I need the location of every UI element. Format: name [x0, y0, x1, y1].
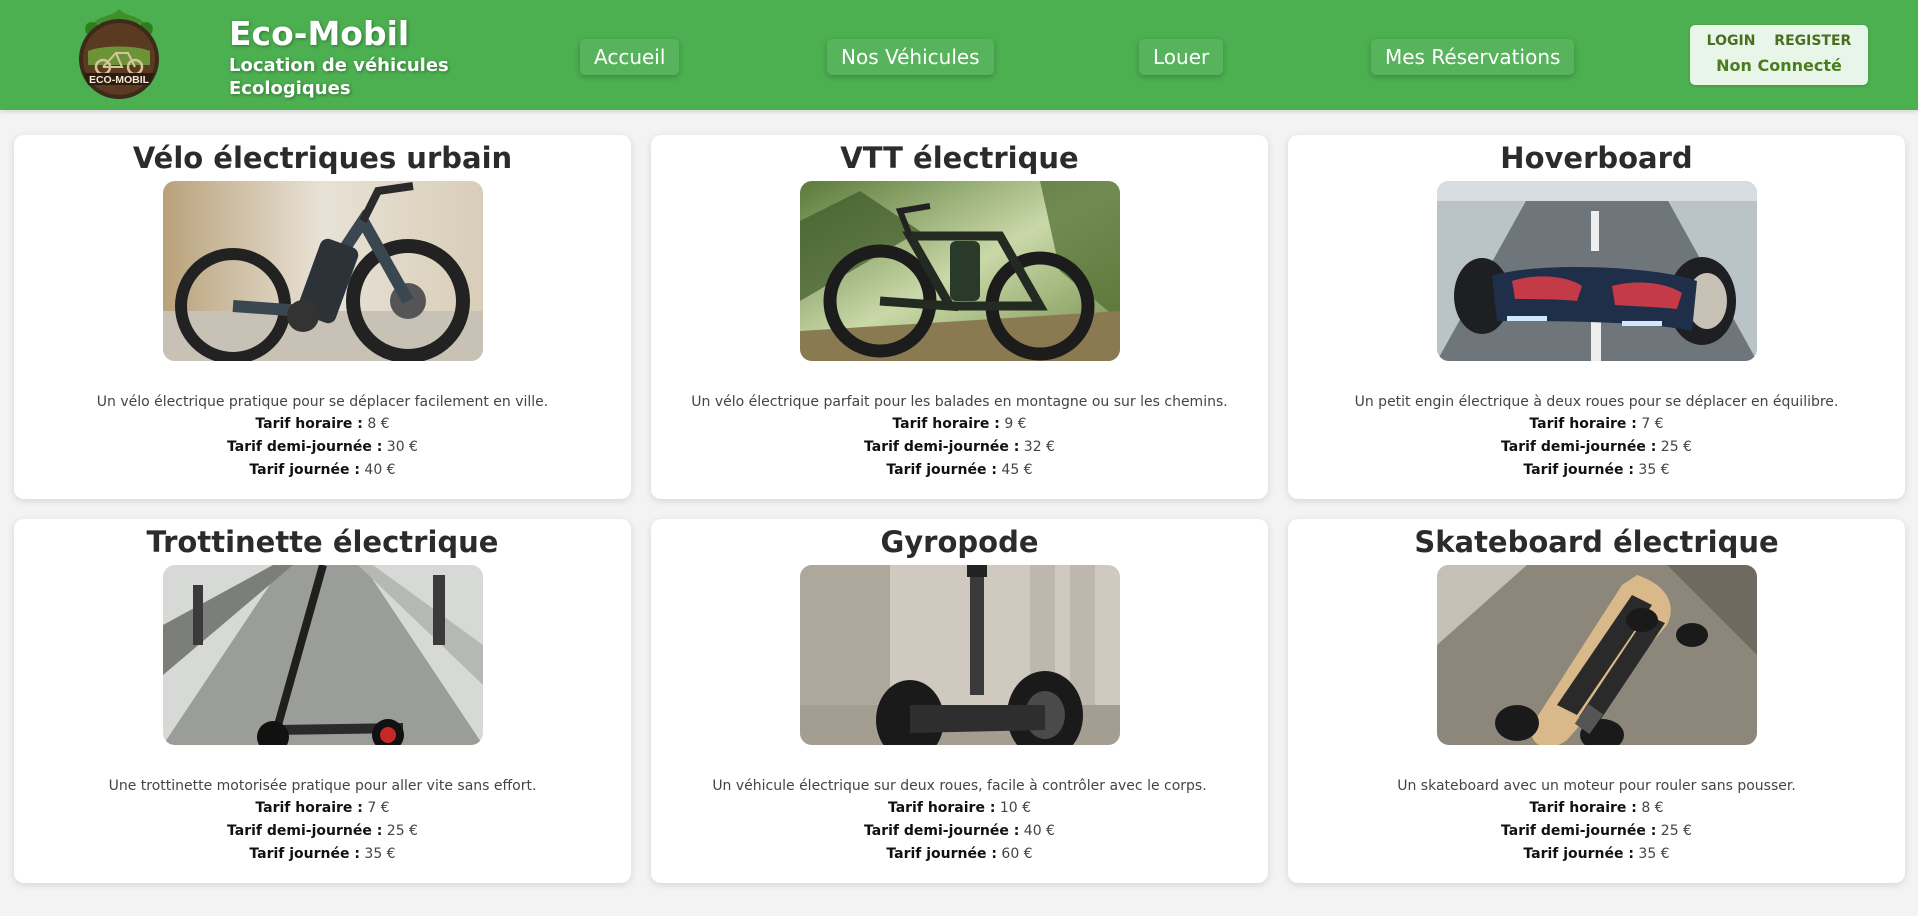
- rate-day: Tarif journée : 60 €: [886, 846, 1033, 862]
- rate-hourly: Tarif horaire : 8 €: [1529, 800, 1664, 816]
- vehicle-name: Hoverboard: [1500, 141, 1693, 175]
- brand-title: Eco-Mobil: [229, 14, 410, 53]
- rate-half-day: Tarif demi-journée : 40 €: [864, 823, 1055, 839]
- vehicle-image-hoverboard: [1436, 181, 1757, 361]
- vehicle-description: Un vélo électrique pratique pour se dépl…: [96, 394, 549, 410]
- site-header: ECO-MOBIL Eco-Mobil Location de véhicule…: [0, 0, 1918, 110]
- rate-half-day: Tarif demi-journée : 30 €: [227, 439, 418, 455]
- eco-mobil-logo[interactable]: ECO-MOBIL: [76, 7, 162, 103]
- brand-block: Eco-Mobil Location de véhicules Ecologiq…: [229, 14, 469, 100]
- vehicle-card[interactable]: VTT électrique Un vélo électrique parfai…: [651, 135, 1268, 499]
- vehicle-grid: Vélo électriques urbain Un vélo électriq…: [14, 135, 1905, 883]
- vehicle-card[interactable]: Trottinette électrique Une trottinette m…: [14, 519, 631, 883]
- rate-hourly: Tarif horaire : 7 €: [1529, 416, 1664, 432]
- vehicle-image-electric-scooter: [162, 565, 483, 745]
- login-link[interactable]: LOGIN: [1707, 33, 1756, 49]
- brand-subtitle: Location de véhicules Ecologiques: [229, 55, 449, 99]
- vehicle-image-urban-ebike: [162, 181, 483, 361]
- vehicle-name: VTT électrique: [840, 141, 1079, 175]
- rate-half-day: Tarif demi-journée : 25 €: [227, 823, 418, 839]
- nav-louer-button[interactable]: Louer: [1139, 39, 1224, 75]
- rate-day: Tarif journée : 35 €: [1523, 462, 1670, 478]
- vehicle-description: Un skateboard avec un moteur pour rouler…: [1397, 778, 1796, 794]
- vehicle-description: Une trottinette motorisée pratique pour …: [108, 778, 537, 794]
- vehicle-description: Un vélo électrique parfait pour les bala…: [691, 394, 1228, 410]
- rate-half-day: Tarif demi-journée : 32 €: [864, 439, 1055, 455]
- svg-text:ECO-MOBIL: ECO-MOBIL: [89, 74, 150, 86]
- vehicle-description: Un véhicule électrique sur deux roues, f…: [712, 778, 1207, 794]
- vehicle-name: Gyropode: [880, 525, 1039, 559]
- rate-day: Tarif journée : 35 €: [249, 846, 396, 862]
- vehicle-image-electric-skateboard: [1436, 565, 1757, 745]
- rate-day: Tarif journée : 35 €: [1523, 846, 1670, 862]
- vehicle-image-segway: [799, 565, 1120, 745]
- vehicle-name: Vélo électriques urbain: [132, 141, 513, 175]
- rate-half-day: Tarif demi-journée : 25 €: [1501, 439, 1692, 455]
- rate-day: Tarif journée : 40 €: [249, 462, 396, 478]
- vehicle-card[interactable]: Hoverboard Un petit engin électrique à d…: [1288, 135, 1905, 499]
- vehicle-card[interactable]: Vélo électriques urbain Un vélo électriq…: [14, 135, 631, 499]
- vehicle-card[interactable]: Gyropode Un véhicule électrique sur deux…: [651, 519, 1268, 883]
- vehicle-image-mountain-ebike: [799, 181, 1120, 361]
- vehicle-description: Un petit engin électrique à deux roues p…: [1354, 394, 1839, 410]
- connection-status: Non Connecté: [1716, 56, 1842, 75]
- nav-reservations-button[interactable]: Mes Réservations: [1371, 39, 1575, 75]
- rate-half-day: Tarif demi-journée : 25 €: [1501, 823, 1692, 839]
- vehicle-card[interactable]: Skateboard électrique Un skateboard avec…: [1288, 519, 1905, 883]
- vehicle-name: Trottinette électrique: [146, 525, 499, 559]
- vehicle-name: Skateboard électrique: [1414, 525, 1779, 559]
- rate-hourly: Tarif horaire : 8 €: [255, 416, 390, 432]
- nav-vehicules-button[interactable]: Nos Véhicules: [827, 39, 994, 75]
- rate-hourly: Tarif horaire : 9 €: [892, 416, 1027, 432]
- nav-accueil-button[interactable]: Accueil: [580, 39, 680, 75]
- auth-panel: LOGIN REGISTER Non Connecté: [1690, 25, 1868, 85]
- register-link[interactable]: REGISTER: [1774, 33, 1851, 49]
- rate-hourly: Tarif horaire : 10 €: [887, 800, 1032, 816]
- rate-day: Tarif journée : 45 €: [886, 462, 1033, 478]
- rate-hourly: Tarif horaire : 7 €: [255, 800, 390, 816]
